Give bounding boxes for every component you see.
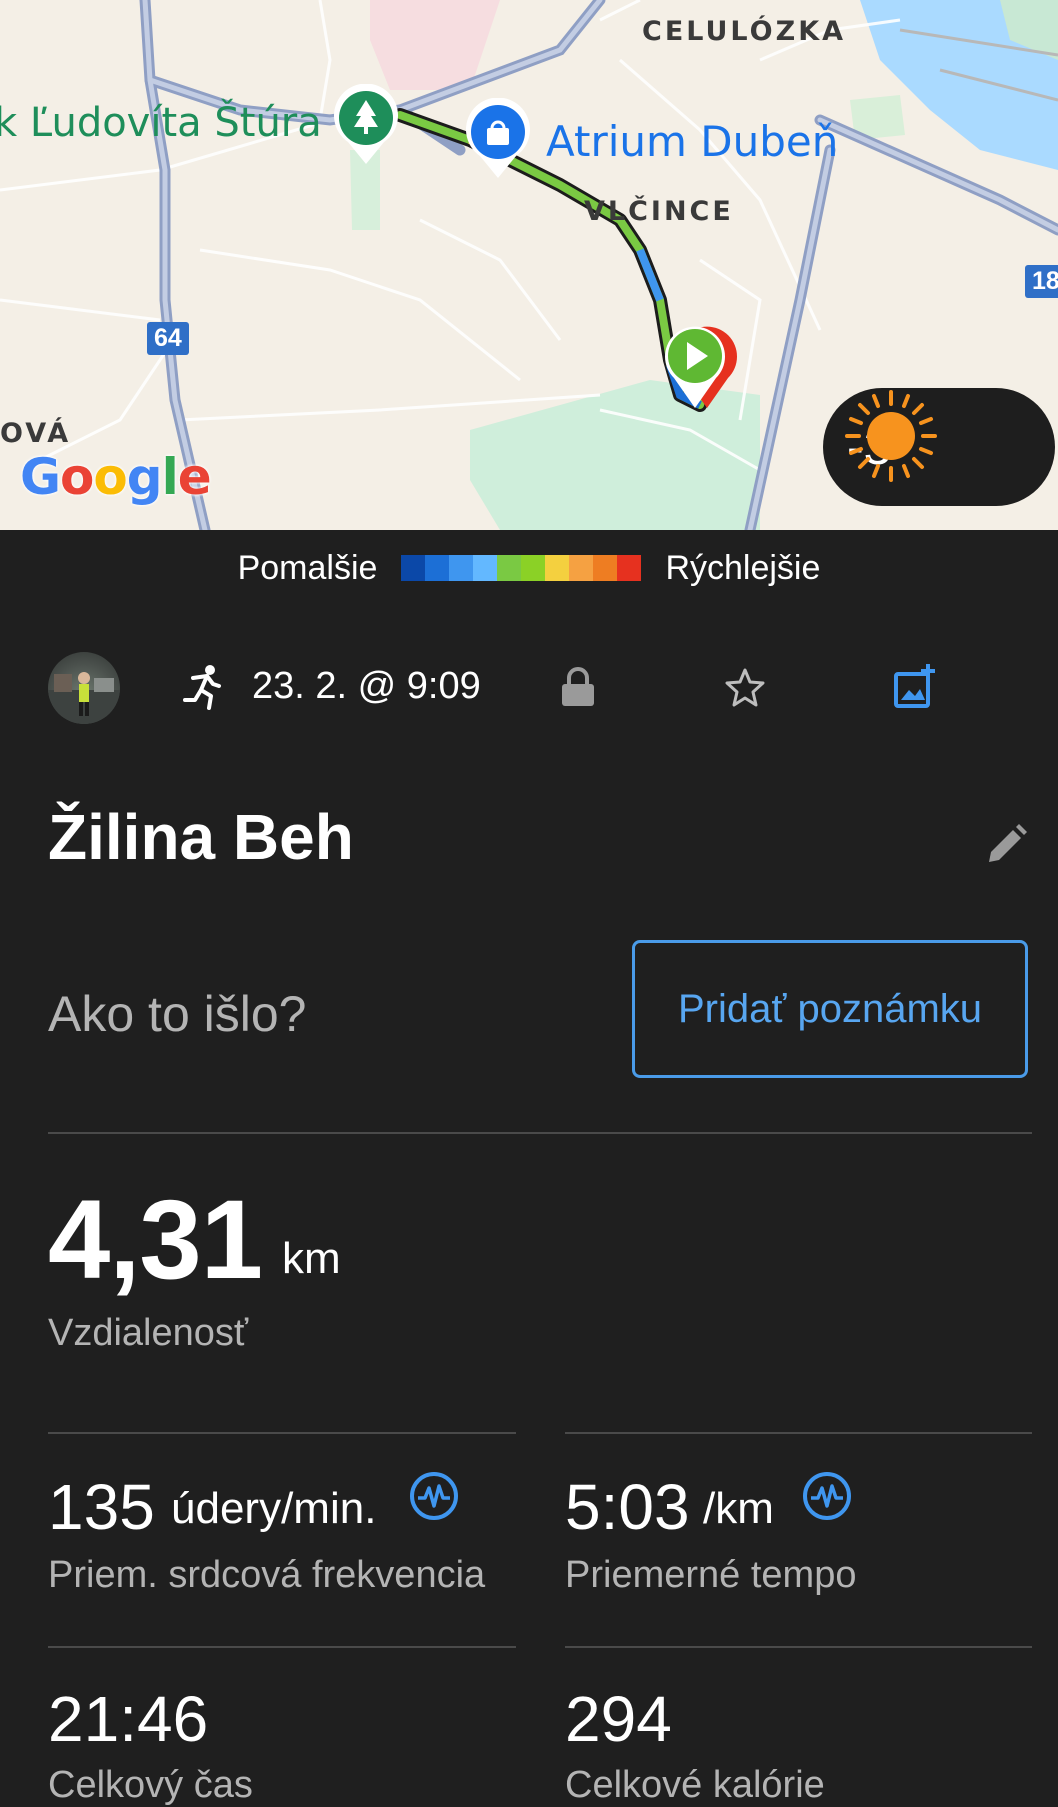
add-note-button[interactable]: Pridať poznámku — [632, 940, 1028, 1078]
calories-value: 294 — [565, 1683, 672, 1755]
heart-rate-label: Priem. srdcová frekvencia — [48, 1554, 486, 1596]
heart-rate-chart-icon[interactable] — [408, 1470, 460, 1522]
speed-legend: Pomalšie Rýchlejšie — [0, 548, 1058, 588]
google-logo-letter: g — [126, 448, 163, 506]
sun-icon — [845, 390, 937, 482]
google-logo-letter: l — [161, 448, 179, 506]
activity-date: 23. 2. @ 9:09 — [252, 665, 481, 707]
legend-slower-label: Pomalšie — [237, 548, 378, 587]
road-shield-18: 18 — [1025, 265, 1058, 298]
road-shield-64: 64 — [147, 322, 189, 355]
divider — [565, 1432, 1032, 1434]
speed-color-segment — [521, 555, 546, 581]
pace-unit: /km — [703, 1484, 774, 1533]
weather-badge: -3° — [823, 388, 1055, 506]
atrium-label: Atrium Dubeň — [546, 117, 839, 166]
avatar[interactable] — [48, 652, 120, 724]
running-icon — [183, 665, 221, 710]
district-label-vlcince: VLČINCE — [584, 196, 734, 227]
edit-pencil-icon[interactable] — [985, 822, 1029, 866]
district-label-ova: OVÁ — [0, 418, 72, 449]
star-icon[interactable] — [724, 666, 766, 708]
pace-chart-icon[interactable] — [801, 1470, 853, 1522]
google-logo: Google — [20, 448, 212, 506]
lock-icon[interactable] — [560, 666, 596, 708]
divider — [48, 1432, 516, 1434]
activity-title[interactable]: Žilina Beh — [48, 800, 354, 874]
google-logo-letter: e — [177, 448, 212, 506]
speed-color-segment — [617, 555, 642, 581]
divider — [565, 1646, 1032, 1648]
start-pin-icon[interactable] — [660, 322, 730, 412]
speed-color-segment — [449, 555, 474, 581]
calories-label: Celkové kalórie — [565, 1764, 825, 1806]
heart-rate-unit: údery/min. — [171, 1484, 377, 1533]
speed-color-segment — [425, 555, 450, 581]
speed-color-segment — [569, 555, 594, 581]
route-map[interactable]: k Ľudovíta Štúra Atrium Dubeň CELULÓZKA … — [0, 0, 1058, 530]
distance-value: 4,31 — [48, 1177, 263, 1302]
speed-color-segment — [473, 555, 498, 581]
speed-color-segment — [593, 555, 618, 581]
pace-label: Priemerné tempo — [565, 1554, 857, 1596]
distance-label: Vzdialenosť — [48, 1312, 249, 1354]
activity-meta-row: 23. 2. @ 9:09 — [48, 652, 1038, 724]
speed-color-segment — [545, 555, 570, 581]
google-logo-letter: o — [60, 448, 94, 506]
divider — [48, 1646, 516, 1648]
legend-faster-label: Rýchlejšie — [665, 548, 821, 587]
google-logo-letter: G — [20, 448, 61, 506]
pace-value: 5:03 — [565, 1471, 690, 1543]
note-prompt: Ako to išlo? — [48, 986, 307, 1042]
district-label-celulozka: CELULÓZKA — [642, 16, 847, 47]
speed-color-segment — [401, 555, 426, 581]
heart-rate-value: 135 — [48, 1471, 155, 1543]
speed-color-segment — [497, 555, 522, 581]
park-pin-icon[interactable] — [330, 84, 402, 166]
total-time-label: Celkový čas — [48, 1764, 253, 1806]
google-logo-letter: o — [93, 448, 127, 506]
speed-color-scale — [401, 555, 642, 581]
distance-unit: km — [282, 1234, 341, 1283]
divider — [48, 1132, 1032, 1134]
shopping-pin-icon[interactable] — [462, 98, 534, 180]
total-time-value: 21:46 — [48, 1683, 209, 1755]
park-label: k Ľudovíta Štúra — [0, 100, 322, 146]
add-photo-icon[interactable] — [892, 662, 940, 710]
